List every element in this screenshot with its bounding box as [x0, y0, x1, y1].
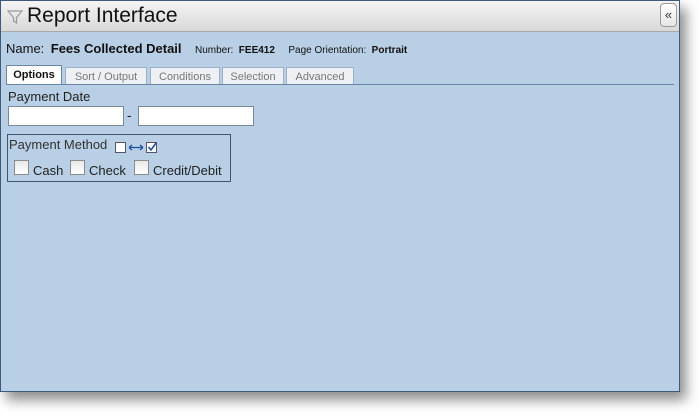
credit-debit-checkbox[interactable]: [134, 160, 149, 175]
funnel-icon: [7, 10, 23, 25]
tab-conditions[interactable]: Conditions: [150, 67, 220, 85]
collapse-button[interactable]: «: [660, 3, 677, 27]
payment-method-label: Payment Method: [9, 137, 108, 152]
tab-selection[interactable]: Selection: [222, 67, 284, 85]
payment-date-to-input[interactable]: [138, 106, 254, 126]
report-name-label: Name:: [6, 41, 45, 56]
tab-advanced[interactable]: Advanced: [286, 67, 354, 85]
window-title: Report Interface: [27, 4, 178, 27]
page-orientation-value: Portrait: [371, 45, 408, 56]
title-bar: Report Interface «: [1, 1, 679, 32]
cash-label: Cash: [33, 163, 64, 178]
payment-date-from-input[interactable]: [8, 106, 124, 126]
check-checkbox[interactable]: [70, 160, 85, 175]
date-range-separator: -: [127, 107, 132, 123]
check-label: Check: [89, 163, 126, 178]
report-interface-window: Report Interface « Name: Fees Collected …: [0, 0, 680, 392]
select-all-toggle-icon[interactable]: [115, 140, 159, 154]
payment-date-label: Payment Date: [8, 89, 91, 104]
double-chevron-left-icon: «: [664, 7, 673, 22]
report-number-label: Number:: [194, 45, 234, 56]
page-orientation-label: Page Orientation:: [288, 45, 367, 56]
tab-sort-output[interactable]: Sort / Output: [65, 67, 147, 85]
cash-checkbox[interactable]: [14, 160, 29, 175]
report-number-value: FEE412: [238, 45, 275, 56]
report-info-row: Name: Fees Collected Detail Number: FEE4…: [6, 40, 407, 58]
tab-options[interactable]: Options: [6, 65, 62, 85]
report-name-value: Fees Collected Detail: [50, 41, 182, 56]
credit-debit-label: Credit/Debit: [153, 163, 222, 178]
payment-method-group: Payment Method Cash Check Credit/Debit: [7, 134, 231, 182]
tab-divider: [6, 84, 674, 85]
